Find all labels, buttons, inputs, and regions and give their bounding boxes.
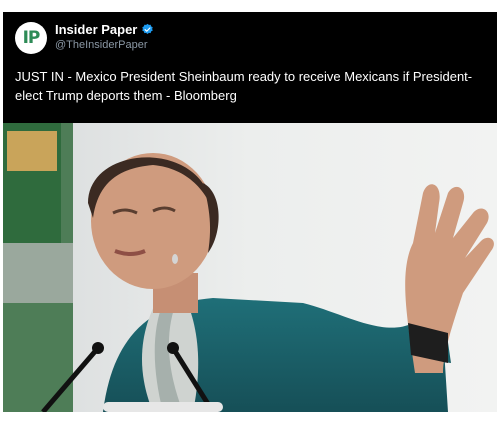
tweet-header: IP Insider Paper @TheInsiderPaper JUST I… xyxy=(3,12,497,123)
verified-badge-icon xyxy=(142,23,154,34)
avatar[interactable]: IP xyxy=(15,22,47,54)
tweet-photo[interactable] xyxy=(3,123,497,412)
display-name[interactable]: Insider Paper xyxy=(55,22,137,37)
user-handle[interactable]: @TheInsiderPaper xyxy=(55,39,148,51)
tweet-card[interactable]: IP Insider Paper @TheInsiderPaper JUST I… xyxy=(3,12,497,412)
tweet-text: JUST IN - Mexico President Sheinbaum rea… xyxy=(15,69,473,103)
avatar-initials: IP xyxy=(22,28,41,48)
author-row: Insider Paper xyxy=(55,22,154,37)
